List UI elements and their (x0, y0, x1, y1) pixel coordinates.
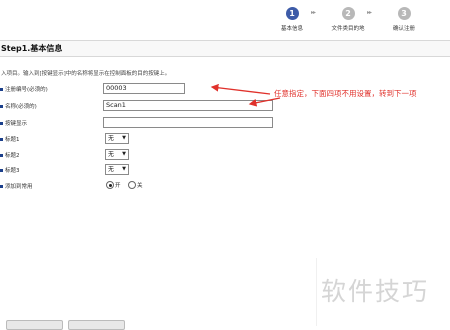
key-display-label: 按键显示 (0, 119, 27, 127)
reg-no-input[interactable]: 00003 (103, 83, 185, 94)
tag1-select[interactable]: 无 ▼ (105, 133, 129, 144)
watermark: 软件技巧 (316, 258, 450, 326)
bottom-button-right[interactable] (68, 320, 125, 330)
frequent-label: 添加到常用 (0, 182, 33, 190)
step-2-number: 2 (341, 7, 355, 20)
step-indicator: 1 基本信息 ▸▸ 2 文件类目的地 ▸▸ 3 确认注册 (0, 7, 450, 37)
name-label: 名称(必须的) (0, 102, 37, 110)
field-row-tag3: 标题3 无 ▼ (0, 164, 450, 175)
field-row-tag1: 标题1 无 ▼ (0, 133, 450, 144)
name-input[interactable]: Scan1 (103, 100, 273, 111)
step-3-number: 3 (397, 7, 411, 20)
chevron-down-icon: ▼ (122, 151, 126, 157)
chevron-down-icon: ▼ (122, 166, 126, 172)
frequent-on-radio[interactable] (106, 181, 114, 189)
step-1-label: 基本信息 (280, 26, 303, 32)
annotation-text: 任意指定，下面四项不用设置，转到下一项 (274, 89, 417, 98)
watermark-text: 软件技巧 (321, 277, 430, 306)
frequent-off-radio[interactable] (128, 181, 136, 189)
tag2-label: 标题2 (0, 151, 20, 159)
page-title: Step1.基本信息 (1, 44, 63, 53)
step-arrow: ▸▸ (367, 9, 372, 16)
field-row-name: 名称(必须的) Scan1 (0, 100, 450, 111)
frequent-off-label: 关 (137, 183, 143, 189)
page-description: 入项目。输入到[按键显示]中的名称将显示在控制面板的目的按键上。 (1, 71, 171, 77)
tag1-select-value: 无 (108, 135, 115, 142)
tag2-select[interactable]: 无 ▼ (105, 149, 129, 160)
step-3-label: 确认注册 (392, 26, 415, 32)
reg-no-label: 注册编号(必须的) (0, 85, 48, 93)
step-2-label: 文件类目的地 (331, 26, 365, 32)
tag3-select[interactable]: 无 ▼ (105, 164, 129, 175)
field-row-frequent: 添加到常用 开 关 (0, 180, 450, 191)
step-1-number: 1 (285, 7, 299, 20)
bottom-button-left[interactable] (6, 320, 63, 330)
tag2-select-value: 无 (108, 151, 115, 158)
step-3: 3 确认注册 (374, 7, 434, 32)
step-arrow: ▸▸ (311, 9, 316, 16)
tag3-select-value: 无 (108, 166, 115, 173)
tag1-label: 标题1 (0, 135, 20, 143)
key-display-input[interactable] (103, 117, 273, 128)
field-row-key-display: 按键显示 (0, 117, 450, 128)
page-title-bar: Step1.基本信息 (0, 40, 450, 57)
field-row-tag2: 标题2 无 ▼ (0, 149, 450, 160)
frequent-on-label: 开 (115, 183, 121, 189)
tag3-label: 标题3 (0, 166, 20, 174)
chevron-down-icon: ▼ (122, 135, 126, 141)
